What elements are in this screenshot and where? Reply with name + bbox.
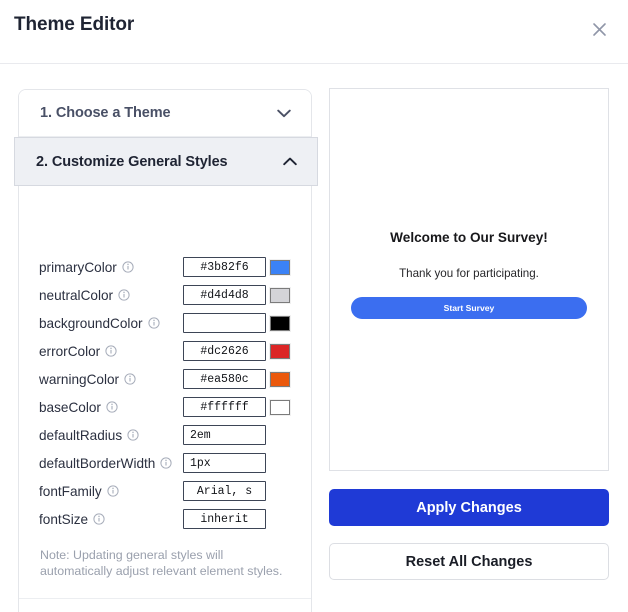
info-icon[interactable]: [107, 485, 119, 497]
info-icon[interactable]: [122, 261, 134, 273]
color-swatch-button[interactable]: [269, 314, 291, 332]
style-value-input[interactable]: [183, 509, 266, 529]
page-title: Theme Editor: [14, 14, 135, 35]
style-value-input[interactable]: [183, 285, 266, 305]
style-value-input[interactable]: [183, 313, 266, 333]
accordion-label-2: 2. Customize General Styles: [36, 153, 228, 170]
preview-content: Welcome to Our Survey! Thank you for par…: [330, 230, 608, 319]
style-field-row: primaryColor: [39, 253, 291, 281]
style-field-row: backgroundColor: [39, 309, 291, 337]
style-value-input[interactable]: [183, 481, 266, 501]
reset-all-changes-button[interactable]: Reset All Changes: [329, 543, 609, 580]
chevron-down-icon: [277, 109, 291, 117]
apply-changes-button[interactable]: Apply Changes: [329, 489, 609, 526]
color-swatch-wrap: [266, 398, 291, 416]
style-field-row: defaultBorderWidth: [39, 449, 291, 477]
color-swatch-wrap: [266, 342, 291, 360]
style-field-label: baseColor: [39, 400, 118, 415]
info-icon[interactable]: [147, 317, 160, 329]
general-styles-fields: primaryColor neutralColor backgroundColor e…: [19, 233, 311, 533]
style-field-label-text: errorColor: [39, 343, 101, 359]
style-value-input[interactable]: [183, 257, 266, 277]
start-survey-button[interactable]: Start Survey: [351, 297, 587, 319]
general-styles-note: Note: Updating general styles will autom…: [40, 548, 283, 579]
close-icon[interactable]: [584, 14, 614, 44]
close-icon-glyph: [592, 22, 606, 36]
color-swatch-wrap: [266, 286, 291, 304]
style-value-input[interactable]: [183, 425, 266, 445]
info-icon[interactable]: [105, 345, 117, 357]
info-icon[interactable]: [160, 457, 172, 469]
preview-title: Welcome to Our Survey!: [390, 230, 548, 245]
info-icon[interactable]: [106, 401, 118, 413]
color-swatch-wrap: [266, 258, 291, 276]
style-field-label: fontFamily: [39, 484, 119, 499]
theme-preview-panel: Welcome to Our Survey! Thank you for par…: [329, 88, 609, 471]
style-field-label: primaryColor: [39, 260, 134, 275]
style-field-label-text: neutralColor: [39, 287, 114, 303]
style-field-row: baseColor: [39, 393, 291, 421]
accordion-section-element-styles[interactable]: 3. Customize Element Styles: [19, 597, 311, 612]
color-swatch-button[interactable]: [269, 286, 291, 304]
style-value-input[interactable]: [183, 397, 266, 417]
color-swatch-button[interactable]: [269, 258, 291, 276]
style-field-label: backgroundColor: [39, 316, 160, 331]
dialog-header: Theme Editor: [0, 0, 628, 64]
style-field-label: warningColor: [39, 372, 136, 387]
style-field-row: defaultRadius: [39, 421, 291, 449]
style-field-label-text: warningColor: [39, 371, 120, 387]
style-value-input[interactable]: [183, 369, 266, 389]
style-field-label-text: primaryColor: [39, 259, 117, 275]
color-swatch-wrap: [266, 314, 291, 332]
style-field-label-text: fontFamily: [39, 483, 102, 499]
color-swatch-wrap: [266, 370, 291, 388]
style-field-row: warningColor: [39, 365, 291, 393]
style-field-row: neutralColor: [39, 281, 291, 309]
style-field-label: fontSize: [39, 512, 105, 527]
style-field-label: neutralColor: [39, 288, 130, 303]
theme-editor-dialog: Theme Editor 1. Choose a Theme 2. Custom…: [0, 0, 628, 612]
info-icon[interactable]: [93, 513, 105, 525]
style-value-input[interactable]: [183, 341, 266, 361]
chevron-up-icon: [283, 157, 297, 166]
style-field-label-text: fontSize: [39, 511, 89, 527]
style-field-label: defaultRadius: [39, 428, 139, 443]
style-field-label: defaultBorderWidth: [39, 456, 172, 471]
color-swatch-button[interactable]: [269, 398, 291, 416]
style-field-row: fontFamily: [39, 477, 291, 505]
preview-subtitle: Thank you for participating.: [399, 267, 539, 280]
color-swatch-button[interactable]: [269, 342, 291, 360]
accordion-section-choose-theme[interactable]: 1. Choose a Theme: [19, 90, 311, 137]
style-field-row: errorColor: [39, 337, 291, 365]
style-field-label-text: backgroundColor: [39, 315, 143, 331]
color-swatch-button[interactable]: [269, 370, 291, 388]
info-icon[interactable]: [124, 373, 136, 385]
style-field-label-text: defaultBorderWidth: [39, 455, 156, 471]
info-icon[interactable]: [118, 289, 130, 301]
accordion-label-1: 1. Choose a Theme: [40, 105, 171, 121]
style-value-input[interactable]: [183, 453, 266, 473]
general-styles-panel: primaryColor neutralColor backgroundColor e…: [19, 137, 311, 598]
style-field-row: fontSize: [39, 505, 291, 533]
style-field-label-text: baseColor: [39, 399, 101, 415]
style-field-label-text: defaultRadius: [39, 427, 123, 443]
info-icon[interactable]: [127, 429, 139, 441]
style-field-label: errorColor: [39, 344, 117, 359]
accordion-section-general-styles[interactable]: 2. Customize General Styles: [14, 137, 318, 186]
settings-card: 1. Choose a Theme 2. Customize General S…: [14, 89, 318, 612]
